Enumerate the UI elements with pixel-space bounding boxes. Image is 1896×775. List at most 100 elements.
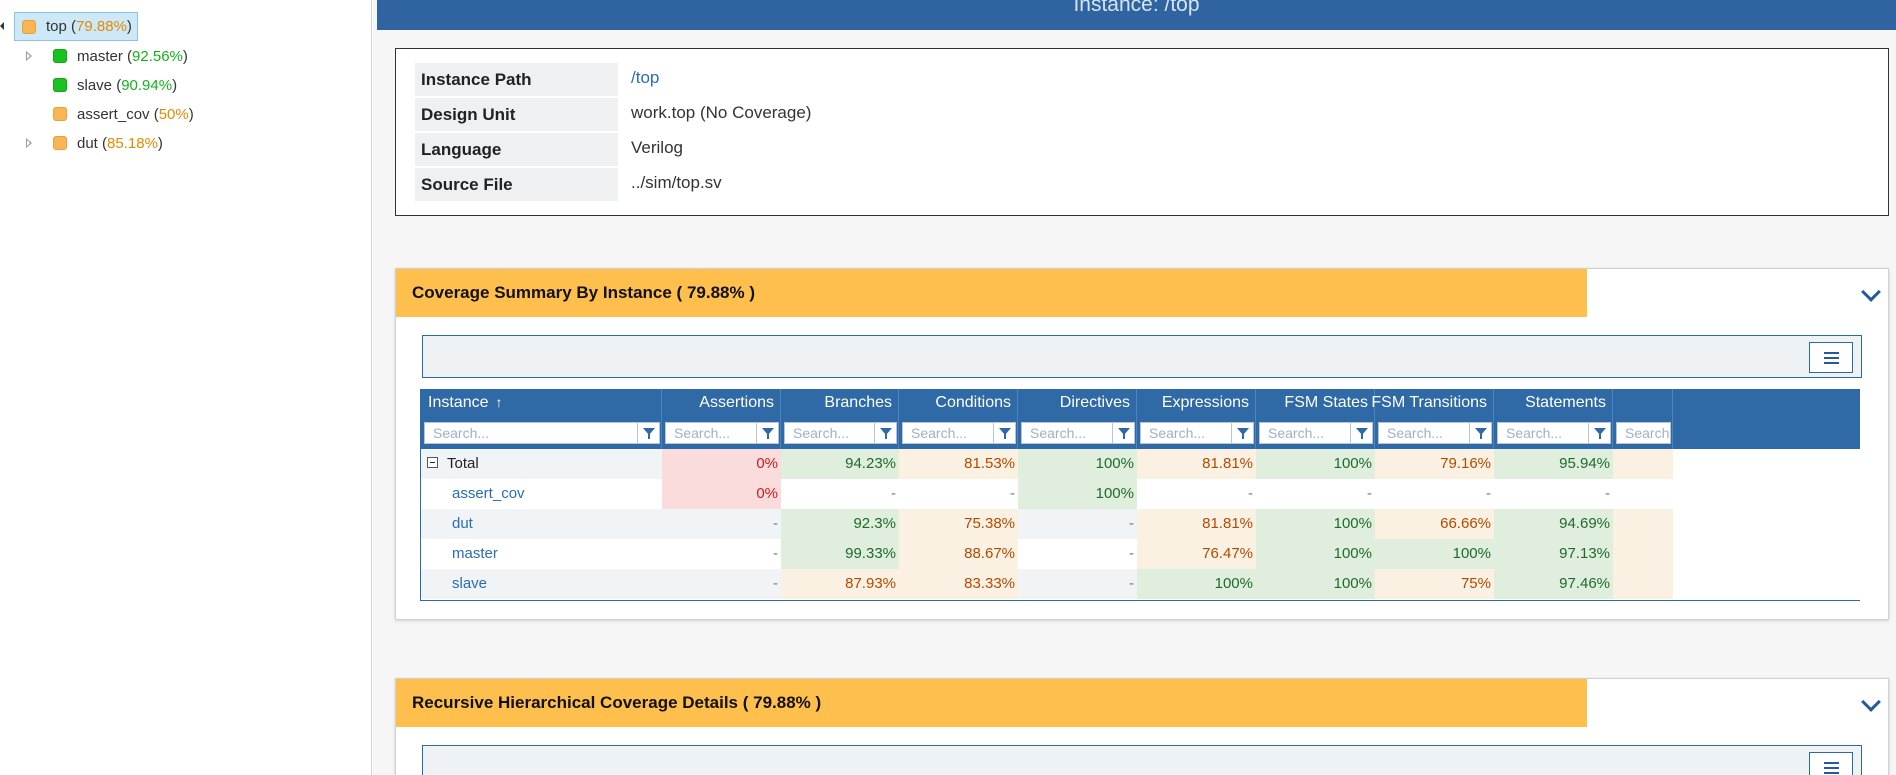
menu-button[interactable] (1809, 342, 1853, 373)
coverage-cell-assertions: 0% (662, 479, 781, 509)
column-label[interactable]: Assertions (699, 394, 774, 412)
instance-path-link[interactable]: /top (631, 63, 659, 96)
coverage-cell-assertions: - (662, 539, 781, 569)
tree-node-assert-cov[interactable]: assert_cov (50%) (53, 102, 194, 126)
instance-link[interactable]: slave (421, 569, 662, 599)
coverage-cell-fsm-states: 100% (1256, 569, 1375, 599)
filter-funnel-icon[interactable] (637, 423, 659, 443)
coverage-cell-fsm-transitions: - (1375, 479, 1494, 509)
info-value: ../sim/top.sv (631, 173, 722, 192)
column-header-fsm-states[interactable]: FSM States (1256, 389, 1375, 449)
coverage-cell-extra (1613, 569, 1673, 599)
panel-header[interactable]: Coverage Summary By Instance ( 79.88% ) (396, 269, 1888, 317)
instance-tree: top (79.88%) master (92.56%) slave (90.9… (0, 0, 372, 775)
instance-link[interactable]: dut (421, 509, 662, 539)
column-label[interactable]: Branches (824, 394, 892, 412)
coverage-cell-expressions: 81.81% (1137, 509, 1256, 539)
table-row[interactable]: dut -92.3% 75.38% -81.81% 100% 66.66% 94.69% (421, 509, 1860, 539)
coverage-cell-conditions: 81.53% (899, 449, 1018, 479)
table-row[interactable]: master -99.33% 88.67% -76.47% 100% 100% 97.13% (421, 539, 1860, 569)
coverage-cell-assertions: - (662, 509, 781, 539)
coverage-cell-branches: 99.33% (781, 539, 899, 569)
column-label[interactable]: FSM Transitions (1371, 394, 1487, 412)
chevron-down-icon[interactable] (1861, 692, 1881, 712)
column-header-extra[interactable] (1613, 389, 1673, 449)
info-row-design-unit: Design Unit work.top (No Coverage) (415, 98, 1875, 131)
column-header-assertions[interactable]: Assertions (662, 389, 781, 449)
tree-node-slave[interactable]: slave (90.94%) (53, 73, 177, 97)
column-label[interactable]: FSM States (1284, 394, 1368, 412)
collapse-caret-icon[interactable] (0, 22, 4, 30)
filter-funnel-icon[interactable] (756, 423, 778, 443)
column-filter (424, 422, 660, 444)
coverage-cell-conditions: - (899, 479, 1018, 509)
coverage-status-icon (53, 107, 67, 121)
tree-node-label: dut (85.18%) (77, 134, 163, 152)
info-label: Instance Path (415, 63, 618, 96)
instance-name: dut (452, 515, 473, 532)
table-row[interactable]: slave -87.93% 83.33% -100% 100% 75% 97.46% (421, 569, 1860, 599)
coverage-cell-assertions: 0% (662, 449, 781, 479)
column-filter (1378, 422, 1492, 444)
filter-search-input[interactable] (425, 423, 659, 443)
sort-ascending-icon[interactable]: ↑ (495, 394, 502, 410)
tree-node-top[interactable]: top (79.88%) (14, 12, 138, 41)
coverage-cell-expressions: 81.81% (1137, 449, 1256, 479)
instance-name: slave (452, 575, 488, 592)
instance-link[interactable]: assert_cov (421, 479, 662, 509)
coverage-cell-expressions: 100% (1137, 569, 1256, 599)
collapse-toggle-icon[interactable] (427, 457, 438, 468)
column-header-expressions[interactable]: Expressions (1137, 389, 1256, 449)
column-label[interactable]: Directives (1060, 394, 1130, 412)
column-label[interactable]: Instance ↑ (428, 394, 502, 412)
coverage-cell-conditions: 83.33% (899, 569, 1018, 599)
chevron-down-icon[interactable] (1861, 282, 1881, 302)
filter-funnel-icon[interactable] (1231, 423, 1253, 443)
table-row-total[interactable]: Total 0% 94.23% 81.53% 100% 81.81% 100% 79.16% 9… (421, 449, 1860, 479)
tree-node-dut[interactable]: dut (85.18%) (53, 131, 163, 155)
coverage-status-icon (22, 19, 36, 34)
coverage-cell-fsm-transitions: 79.16% (1375, 449, 1494, 479)
coverage-cell-expressions: - (1137, 479, 1256, 509)
filter-funnel-icon[interactable] (1469, 423, 1491, 443)
menu-button[interactable] (1809, 752, 1853, 775)
coverage-cell-statements: - (1494, 479, 1613, 509)
expand-arrow-icon[interactable] (26, 51, 32, 61)
column-header-instance[interactable]: Instance ↑ (421, 389, 662, 449)
column-filter (1140, 422, 1254, 444)
main-content: Instance: /top Instance Path /top Design… (373, 0, 1896, 775)
column-filter (1616, 422, 1671, 444)
filter-funnel-icon[interactable] (1588, 423, 1610, 443)
filter-funnel-icon[interactable] (993, 423, 1015, 443)
column-filter (902, 422, 1016, 444)
instance-link[interactable]: master (421, 539, 662, 569)
column-label[interactable]: Statements (1525, 394, 1606, 412)
column-header-statements[interactable]: Statements (1494, 389, 1613, 449)
filter-funnel-icon[interactable] (1112, 423, 1134, 443)
coverage-cell-fsm-transitions: 75% (1375, 569, 1494, 599)
panel-title: Recursive Hierarchical Coverage Details … (412, 693, 822, 712)
filter-search-input[interactable] (1617, 423, 1670, 443)
column-header-conditions[interactable]: Conditions (899, 389, 1018, 449)
filter-funnel-icon[interactable] (874, 423, 896, 443)
table-row[interactable]: assert_cov 0% - -100% - - - - (421, 479, 1860, 509)
info-label: Language (415, 133, 618, 166)
column-header-fsm-transitions[interactable]: FSM Transitions (1371, 389, 1494, 449)
column-filter (665, 422, 779, 444)
column-header-directives[interactable]: Directives (1018, 389, 1137, 449)
column-filter (1021, 422, 1135, 444)
expand-arrow-icon[interactable] (26, 138, 32, 148)
filter-funnel-icon[interactable] (1350, 423, 1372, 443)
tree-node-master[interactable]: master (92.56%) (53, 44, 188, 68)
info-label: Source File (415, 168, 618, 201)
coverage-cell-extra (1613, 509, 1673, 539)
coverage-cell-directives: - (1018, 539, 1137, 569)
column-header-branches[interactable]: Branches (781, 389, 899, 449)
panel-header[interactable]: Recursive Hierarchical Coverage Details … (396, 679, 1888, 727)
column-label[interactable]: Expressions (1162, 394, 1249, 412)
column-label[interactable]: Conditions (935, 394, 1011, 412)
info-row-source-file: Source File ../sim/top.sv (415, 168, 1875, 201)
tree-node-label: assert_cov (50%) (77, 105, 194, 123)
coverage-cell-branches: 92.3% (781, 509, 899, 539)
coverage-status-icon (53, 49, 67, 63)
